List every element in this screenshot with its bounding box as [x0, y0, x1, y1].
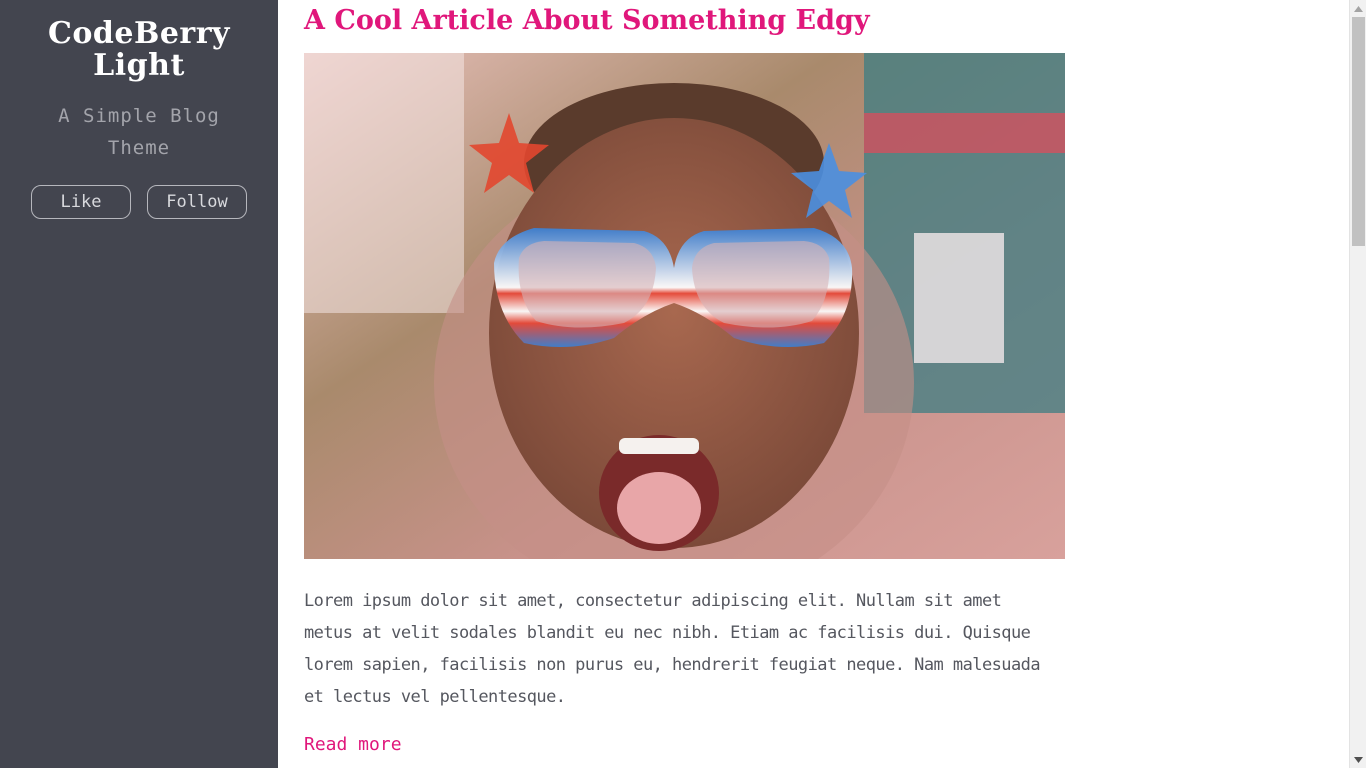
site-description: A Simple Blog Theme: [30, 100, 248, 164]
sidebar: CodeBerry Light A Simple Blog Theme Like…: [0, 0, 278, 768]
post-excerpt: Lorem ipsum dolor sit amet, consectetur …: [304, 591, 1041, 707]
follow-button[interactable]: Follow: [147, 185, 247, 219]
site-title-line-2[interactable]: Light: [93, 48, 185, 83]
main-content: A Cool Article About Something Edgy Lore…: [278, 0, 1349, 768]
scroll-thumb[interactable]: [1352, 17, 1365, 246]
site-description-line-1: A Simple Blog: [58, 105, 220, 127]
scroll-down-arrow-icon[interactable]: [1350, 751, 1366, 768]
vertical-scrollbar[interactable]: [1349, 0, 1366, 768]
read-more-link[interactable]: Read more: [304, 730, 402, 760]
site-title-line-1[interactable]: CodeBerry: [48, 16, 230, 51]
post-title[interactable]: A Cool Article About Something Edgy: [304, 4, 870, 38]
site-description-line-2: Theme: [107, 137, 171, 159]
post-featured-image[interactable]: [304, 53, 1065, 559]
site-title[interactable]: CodeBerry Light: [0, 18, 278, 82]
post-image-illustration: [304, 53, 1065, 559]
scroll-up-arrow-icon[interactable]: [1350, 0, 1366, 17]
like-button[interactable]: Like: [31, 185, 131, 219]
